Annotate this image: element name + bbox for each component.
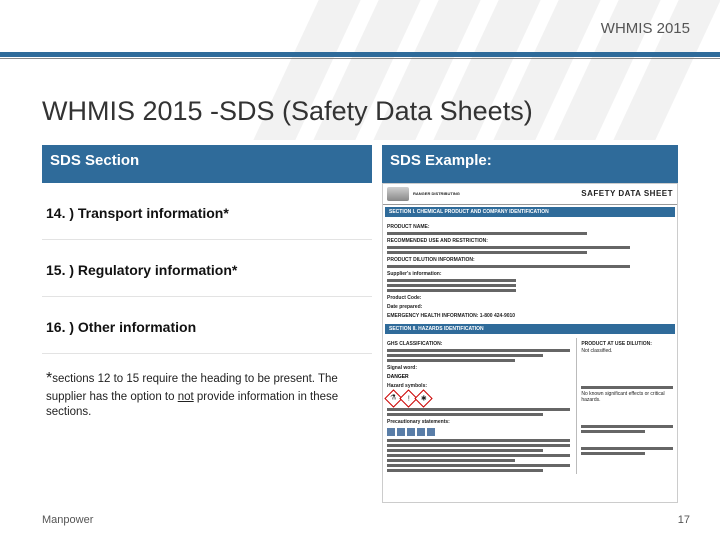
left-column-header: SDS Section	[42, 145, 372, 183]
ppe-icon	[417, 428, 425, 436]
page-number: 17	[678, 514, 690, 526]
footer-brand: Manpower	[42, 514, 93, 526]
sds-section2-header: SECTION II. HAZARDS IDENTIFICATION	[385, 324, 675, 334]
sds-logo	[387, 187, 409, 201]
ppe-icon	[397, 428, 405, 436]
header-divider	[0, 52, 720, 57]
health-hazard-pictogram-icon: ✱	[414, 389, 432, 407]
sds-section-column: SDS Section 14. ) Transport information*…	[42, 145, 372, 503]
ppe-icon	[427, 428, 435, 436]
ppe-icons	[387, 428, 570, 436]
content-row: SDS Section 14. ) Transport information*…	[42, 145, 678, 503]
header-label: WHMIS 2015	[601, 20, 690, 37]
ppe-icon	[387, 428, 395, 436]
sds-section-item: 14. ) Transport information*	[42, 183, 372, 240]
slide-header: WHMIS 2015	[0, 0, 720, 58]
sds-section-item: 16. ) Other information	[42, 297, 372, 354]
slide-title: WHMIS 2015 -SDS (Safety Data Sheets)	[42, 96, 720, 127]
ppe-icon	[407, 428, 415, 436]
sds-section-item: 15. ) Regulatory information*	[42, 240, 372, 297]
sds-brand: RANGER DISTRIBUTING	[413, 192, 577, 197]
sds-document-preview: RANGER DISTRIBUTING SAFETY DATA SHEET SE…	[382, 183, 678, 503]
slide-footer: Manpower 17	[42, 514, 690, 526]
ghs-pictograms: ⚗ ! ✱	[387, 392, 570, 405]
sds-doc-title: SAFETY DATA SHEET	[581, 189, 673, 199]
sds-section1-header: SECTION I. CHEMICAL PRODUCT AND COMPANY …	[385, 207, 675, 217]
sds-example-column: SDS Example: RANGER DISTRIBUTING SAFETY …	[382, 145, 678, 503]
right-column-header: SDS Example:	[382, 145, 678, 183]
footnote: *sections 12 to 15 require the heading t…	[42, 354, 372, 421]
